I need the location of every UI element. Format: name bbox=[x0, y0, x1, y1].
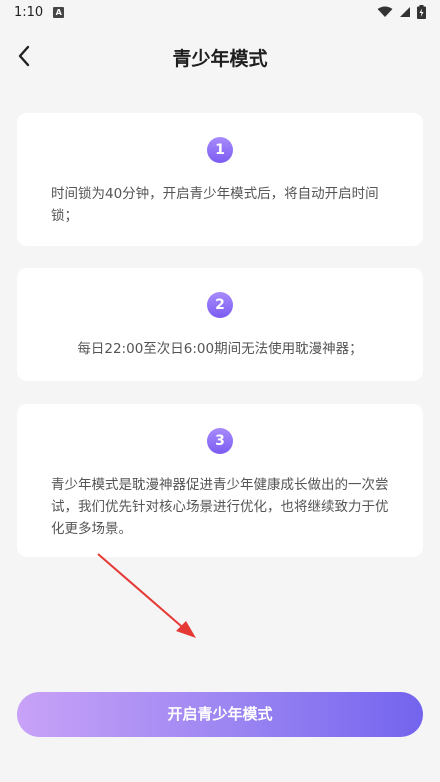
page-title: 青少年模式 bbox=[172, 48, 268, 70]
rule-card-2: 2 每日22:00至次日6:00期间无法使用耽漫神器； bbox=[17, 268, 423, 381]
rule-text: 青少年模式是耽漫神器促进青少年健康成长做出的一次尝试，我们优先针对核心场景进行优… bbox=[51, 477, 389, 537]
rule-card-1: 1 时间锁为40分钟，开启青少年模式后，将自动开启时间锁； bbox=[17, 113, 423, 246]
wifi-icon bbox=[377, 6, 393, 17]
header: 青少年模式 bbox=[0, 34, 440, 78]
a-letter-icon: A bbox=[53, 6, 65, 18]
rule-card-3: 3 青少年模式是耽漫神器促进青少年健康成长做出的一次尝试，我们优先针对核心场景进… bbox=[17, 404, 423, 557]
status-right bbox=[377, 5, 426, 19]
status-left: 1:10 A bbox=[14, 4, 65, 20]
number-badge: 1 bbox=[207, 137, 233, 163]
number-badge: 2 bbox=[207, 292, 233, 318]
signal-icon bbox=[400, 7, 410, 17]
status-bar: 1:10 A bbox=[0, 0, 440, 24]
enable-teen-mode-button[interactable]: 开启青少年模式 bbox=[17, 692, 423, 737]
status-time: 1:10 bbox=[14, 4, 44, 20]
battery-charging-icon bbox=[417, 5, 426, 19]
rule-text: 时间锁为40分钟，开启青少年模式后，将自动开启时间锁； bbox=[51, 186, 379, 224]
rule-text: 每日22:00至次日6:00期间无法使用耽漫神器； bbox=[77, 341, 363, 357]
red-arrow-icon bbox=[97, 553, 196, 638]
number-badge: 3 bbox=[207, 428, 233, 454]
